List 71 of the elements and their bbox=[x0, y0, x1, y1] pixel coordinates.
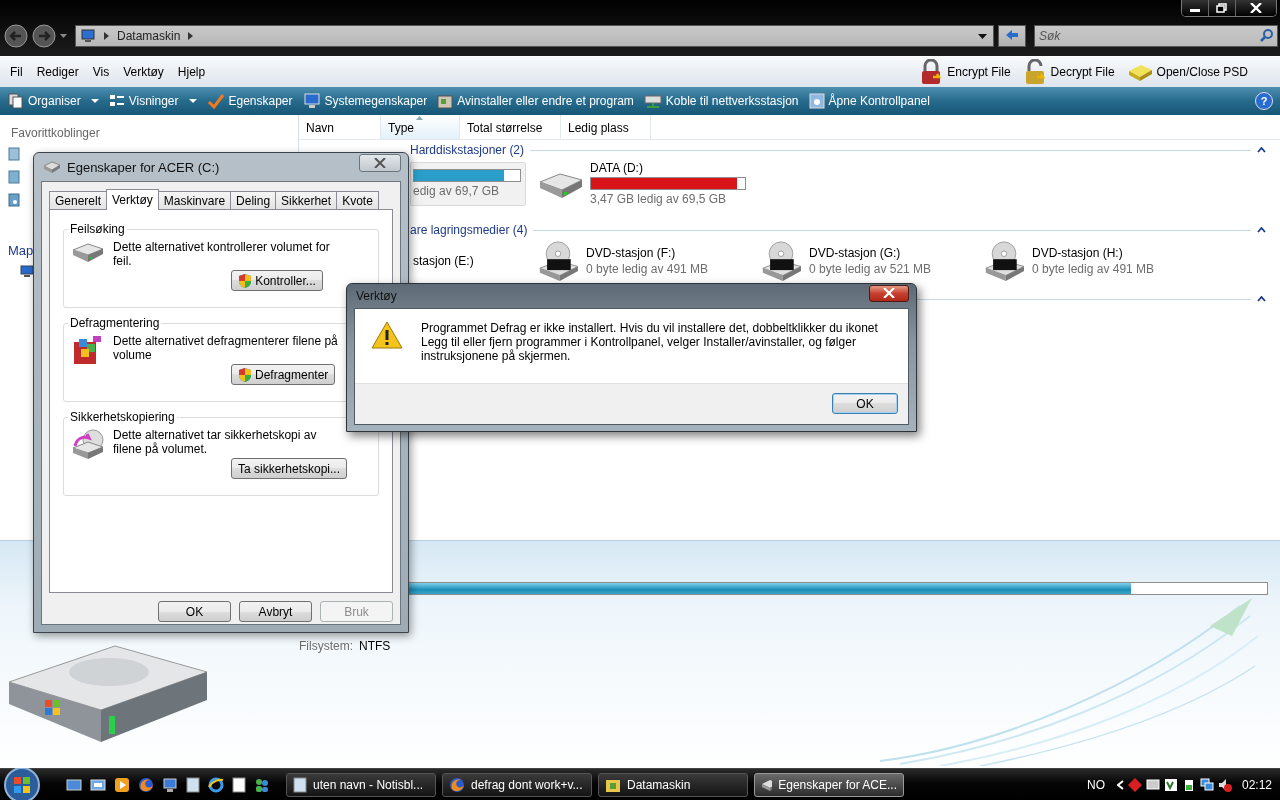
toolbar-button[interactable]: Åpne Kontrollpanel bbox=[804, 92, 936, 109]
drive-tile[interactable]: edig av 69,7 GB bbox=[410, 161, 526, 206]
tab[interactable]: Kvote bbox=[336, 191, 379, 209]
search-field[interactable]: Søk bbox=[1034, 25, 1278, 47]
ok-button[interactable]: OK bbox=[832, 393, 898, 414]
drive-name: DATA (D:) bbox=[590, 161, 644, 176]
menu-item[interactable]: Vis bbox=[86, 62, 116, 81]
window-title: Verktøy bbox=[356, 289, 397, 303]
sidebar-heading: Favorittkoblinger bbox=[11, 125, 101, 140]
free-space-text: 0 byte ledig av 491 MB bbox=[1032, 261, 1156, 276]
group-heading[interactable]: are lagringsmedier (4) bbox=[410, 223, 528, 238]
drive-name: DVD-stasjon (G:) bbox=[809, 245, 902, 260]
column-header[interactable]: Total størrelse bbox=[460, 114, 561, 139]
dialog-button[interactable]: Avbryt bbox=[239, 601, 312, 622]
drive-name: DVD-stasjon (H:) bbox=[1032, 245, 1124, 260]
section-heading: Feilsøking bbox=[69, 222, 126, 236]
menu-item[interactable]: Fil bbox=[4, 62, 29, 81]
clock[interactable]: 02:12 bbox=[1241, 778, 1272, 792]
breadcrumb-item[interactable]: Datamaskin bbox=[117, 29, 181, 43]
menu-tool-button[interactable]: Decrypt File bbox=[1016, 58, 1121, 85]
message-text: Programmet Defrag er ikke installert. Hvis du vil installere det, dobbeltklikker du ikonet Legg til eller fjern programmer i Kontrollpanel, velger Installer/avinstaller, og følger instruksjonene på skjermen. bbox=[421, 321, 879, 365]
section-heading: Sikkerhetskopiering bbox=[69, 410, 176, 424]
section-description: Dette alternativet defragmenterer filene på volume bbox=[113, 334, 339, 364]
tab[interactable]: Maskinvare bbox=[157, 191, 232, 209]
drive-name: stasjon (E:) bbox=[413, 253, 475, 268]
tab[interactable]: Sikkerhet bbox=[275, 191, 338, 209]
tab[interactable]: Deling bbox=[230, 191, 277, 209]
tab[interactable]: Verktøy bbox=[106, 189, 159, 210]
drive-tile[interactable]: DVD-stasjon (F:) 0 byte ledig av 491 MB bbox=[531, 238, 754, 283]
free-space-text: 0 byte ledig av 521 MB bbox=[809, 261, 933, 276]
taskbar-button[interactable]: Egenskaper for ACE... bbox=[754, 773, 904, 797]
menu-tool-button[interactable]: Encrypt File bbox=[913, 58, 1017, 85]
action-button[interactable]: Kontroller... bbox=[231, 270, 323, 291]
drive-tile[interactable]: DVD-stasjon (H:) 0 byte ledig av 491 MB bbox=[977, 238, 1200, 283]
taskbar-button[interactable]: Datamaskin bbox=[598, 773, 748, 797]
menu-item[interactable]: Rediger bbox=[30, 62, 85, 81]
window-title: Egenskaper for ACER (C:) bbox=[67, 159, 220, 175]
menu-tool-button[interactable]: Open/Close PSD bbox=[1120, 62, 1254, 81]
column-header[interactable]: Ledig plass bbox=[561, 114, 651, 139]
field-label: Filsystem: bbox=[299, 638, 353, 653]
address-bar[interactable]: Datamaskin bbox=[75, 25, 994, 47]
section-description: Dette alternativet kontrollerer volumet for feil. bbox=[113, 240, 331, 270]
section-description: Dette alternativet tar sikkerhetskopi av filene på volumet. bbox=[113, 428, 318, 458]
taskbar-button[interactable]: defrag dont work+v... bbox=[442, 773, 592, 797]
help-button[interactable]: ? bbox=[1255, 91, 1273, 110]
toolbar-button[interactable]: Organiser bbox=[4, 92, 105, 109]
toolbar-button[interactable]: Visninger bbox=[104, 92, 203, 109]
free-space-text: 0 byte ledig av 491 MB bbox=[586, 261, 710, 276]
dialog-button[interactable]: OK bbox=[158, 601, 231, 622]
tab[interactable]: Generelt bbox=[49, 191, 108, 209]
drive-tile[interactable]: DATA (D:) 3,47 GB ledig av 69,5 GB bbox=[531, 161, 754, 206]
column-header[interactable]: Type bbox=[381, 114, 460, 139]
drive-tile[interactable]: DVD-stasjon (G:) 0 byte ledig av 521 MB bbox=[754, 238, 977, 283]
drive-name: DVD-stasjon (F:) bbox=[586, 245, 677, 260]
language-indicator[interactable]: NO bbox=[1086, 778, 1105, 792]
toolbar-button[interactable]: Avinstaller eller endre et program bbox=[433, 92, 640, 109]
menu-item[interactable]: Verktøy bbox=[117, 62, 170, 81]
drive-tile[interactable]: stasjon (E:) bbox=[410, 238, 526, 283]
free-space-text: 3,47 GB ledig av 69,5 GB bbox=[590, 192, 728, 207]
sidebar-heading[interactable]: Map bbox=[8, 242, 32, 258]
free-space-text: edig av 69,7 GB bbox=[413, 184, 501, 199]
group-heading[interactable]: Harddiskstasjoner (2) bbox=[410, 143, 525, 158]
action-button[interactable]: Defragmenter bbox=[231, 364, 336, 385]
toolbar-button[interactable]: Systemegenskaper bbox=[298, 92, 434, 109]
toolbar-button[interactable]: Egenskaper bbox=[202, 92, 299, 109]
action-button[interactable]: Ta sikkerhetskopi... bbox=[231, 458, 348, 479]
section-heading: Defragmentering bbox=[69, 316, 161, 330]
field-value: NTFS bbox=[359, 638, 391, 653]
toolbar-button[interactable]: Koble til nettverksstasjon bbox=[639, 92, 805, 109]
taskbar-button[interactable]: uten navn - Notisbl... bbox=[286, 773, 436, 797]
menu-item[interactable]: Hjelp bbox=[171, 62, 212, 81]
